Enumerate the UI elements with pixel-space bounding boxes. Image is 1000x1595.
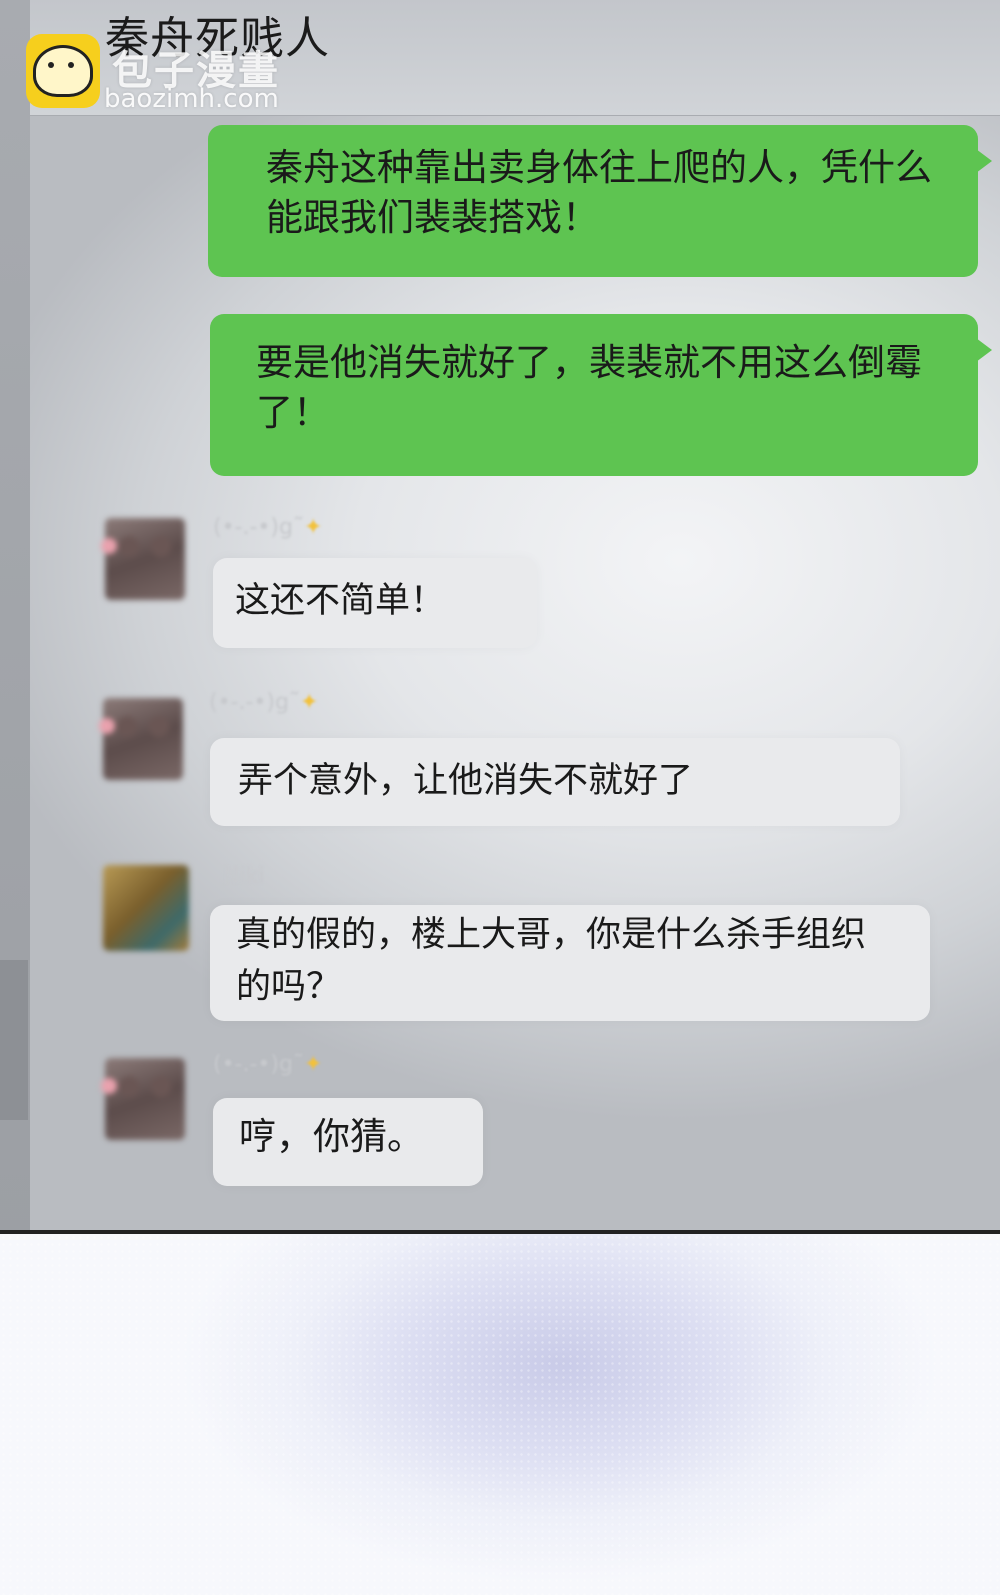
sent-message[interactable]: 秦舟这种靠出卖身体往上爬的人，凭什么能跟我们裴裴搭戏！ [208,125,992,277]
watermark-url: baozimh.com [104,84,279,114]
background-texture [0,1234,1000,1595]
sender-avatar[interactable] [101,518,185,600]
received-message[interactable]: 哼，你猜。 [213,1098,483,1186]
message-text: 秦舟这种靠出卖身体往上爬的人，凭什么能跟我们裴裴搭戏！ [266,146,932,239]
sender-name: Niki [223,864,265,889]
bun-logo-icon [26,34,100,108]
left-rail [0,0,30,1250]
message-text: 真的假的，楼上大哥，你是什么杀手组织的吗？ [236,915,867,1007]
left-rail-scroll[interactable] [0,960,28,1120]
received-message[interactable]: 弄个意外，让他消失不就好了 这还不简单！ [213,558,537,648]
sparkle-texture [0,1234,1000,1595]
sender-avatar[interactable] [103,865,189,951]
received-message[interactable]: 真的假的，楼上大哥，你是什么杀手组织的吗？ [210,905,930,1021]
sender-name: (•-.-•)g˜✦ [213,1052,323,1077]
sparkle-icon: ✦ [303,515,323,540]
message-text: 哼，你猜。 [239,1115,424,1158]
sparkle-icon: ✦ [303,1052,323,1077]
message-text: 这还不简单！ [235,581,446,621]
chat-window: 秦舟死贱人 包子漫畫 baozimh.com 秦舟这种靠出卖身体往上爬的人，凭什… [0,0,1000,1250]
sent-message[interactable]: 要是他消失就好了，裴裴就不用这么倒霉了！ [210,314,992,476]
message-text: 要是他消失就好了，裴裴就不用这么倒霉了！ [256,341,922,434]
sender-name: (•-.-•)g˜✦ [209,690,319,715]
sender-avatar[interactable] [101,1058,185,1140]
sparkle-icon: ✦ [299,690,319,715]
watermark: 包子漫畫 baozimh.com [26,34,326,114]
received-message[interactable]: 弄个意外，让他消失不就好了 [210,738,900,826]
sender-avatar[interactable] [99,698,183,780]
message-text: 弄个意外，让他消失不就好了 [238,761,694,801]
sender-name: (•-.-•)g˜✦ [213,515,323,540]
